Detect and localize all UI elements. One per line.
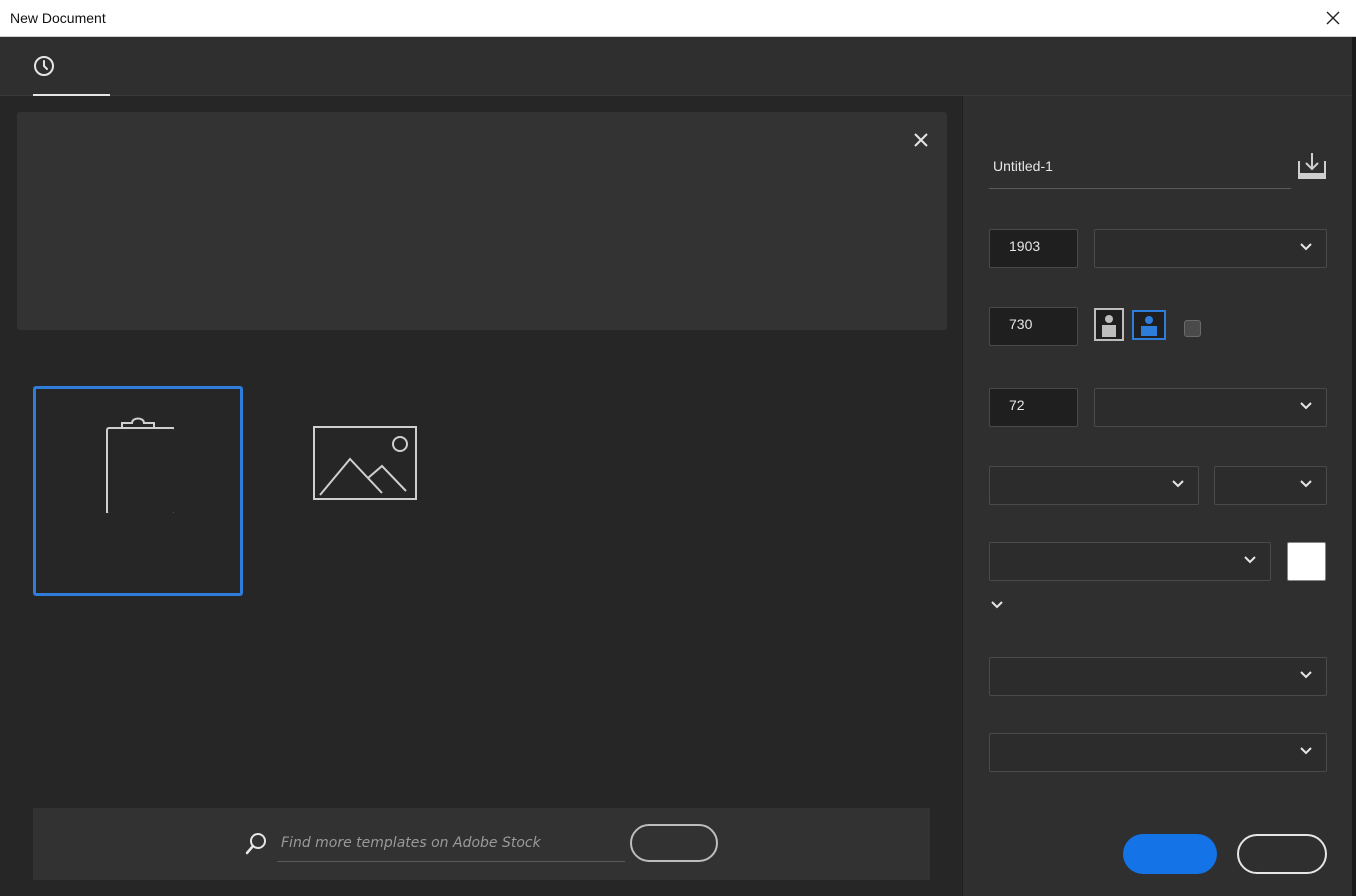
chevron-down-icon xyxy=(1300,480,1312,488)
pixel-aspect-ratio-dropdown[interactable] xyxy=(989,733,1327,772)
document-name-field[interactable]: Untitled-1 xyxy=(989,148,1291,189)
close-icon[interactable] xyxy=(1324,9,1342,27)
preset-details-panel: Untitled-1 1903 730 72 xyxy=(962,96,1352,896)
landscape-orientation-button[interactable] xyxy=(1132,310,1166,340)
window-title: New Document xyxy=(10,10,106,26)
resolution-unit-dropdown[interactable] xyxy=(1094,388,1327,427)
advanced-options-chevron-icon[interactable] xyxy=(989,598,1005,612)
color-profile-dropdown[interactable] xyxy=(989,657,1327,696)
stock-go-button[interactable] xyxy=(630,824,718,862)
document-preset-tile-selected[interactable] xyxy=(33,386,243,596)
info-banner xyxy=(17,112,947,330)
window-edge xyxy=(1352,37,1356,896)
clipboard-icon xyxy=(106,417,174,513)
document-name-value: Untitled-1 xyxy=(993,158,1053,174)
chevron-down-icon xyxy=(1172,480,1184,488)
width-input[interactable]: 1903 xyxy=(989,229,1078,268)
bit-depth-dropdown[interactable] xyxy=(1214,466,1327,505)
chevron-down-icon xyxy=(1300,402,1312,410)
resolution-input[interactable]: 72 xyxy=(989,388,1078,427)
landscape-icon xyxy=(1141,316,1157,336)
stock-search-bar xyxy=(33,808,930,880)
save-preset-icon[interactable] xyxy=(1297,151,1327,181)
chevron-down-icon xyxy=(1300,747,1312,755)
stock-search-input[interactable] xyxy=(277,825,625,862)
portrait-icon xyxy=(1102,315,1116,337)
resolution-value: 72 xyxy=(1009,397,1025,413)
width-value: 1903 xyxy=(1009,238,1041,254)
height-input[interactable]: 730 xyxy=(989,307,1078,346)
search-icon xyxy=(245,833,266,855)
width-unit-dropdown[interactable] xyxy=(1094,229,1327,268)
close-banner-icon[interactable] xyxy=(911,130,931,150)
close-button[interactable] xyxy=(1237,834,1327,874)
document-preset-tile-image[interactable] xyxy=(310,423,420,503)
title-bar: New Document xyxy=(0,0,1356,37)
artboards-checkbox[interactable] xyxy=(1184,320,1201,337)
background-color-swatch[interactable] xyxy=(1287,542,1326,581)
height-value: 730 xyxy=(1009,316,1033,332)
chevron-down-icon xyxy=(1244,556,1256,564)
image-icon xyxy=(313,426,417,500)
category-tab-bar xyxy=(0,37,1352,96)
create-button[interactable] xyxy=(1123,834,1217,874)
chevron-down-icon xyxy=(1300,243,1312,251)
clock-icon xyxy=(34,56,54,76)
color-mode-dropdown[interactable] xyxy=(989,466,1199,505)
tab-recent[interactable] xyxy=(33,37,110,96)
portrait-orientation-button[interactable] xyxy=(1094,308,1124,341)
chevron-down-icon xyxy=(1300,671,1312,679)
background-contents-dropdown[interactable] xyxy=(989,542,1271,581)
main-panel xyxy=(0,96,962,896)
